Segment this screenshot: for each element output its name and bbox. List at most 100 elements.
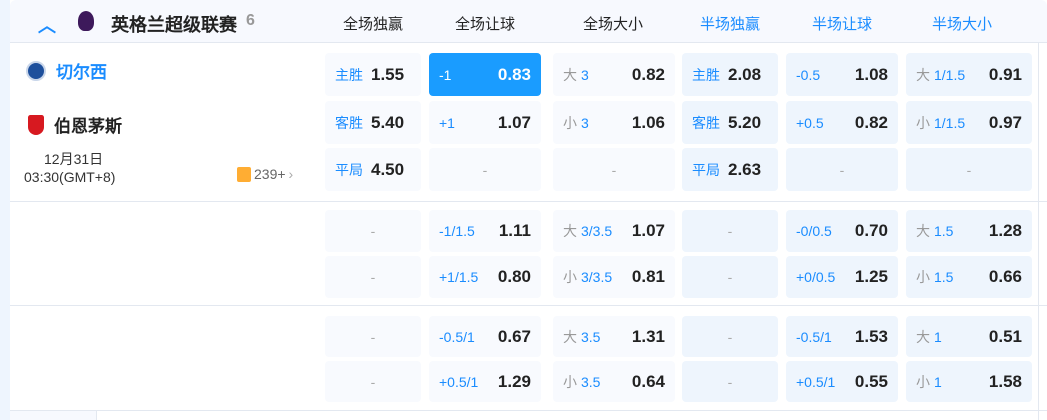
odds-cell[interactable]: 平局 4.50 [325, 148, 421, 191]
odds-value: 1.55 [371, 64, 405, 84]
match-date: 12月31日 [44, 151, 104, 167]
odds-cell[interactable]: -0.5/1 0.67 [429, 316, 541, 357]
odds-cell: - [682, 256, 778, 298]
away-team[interactable]: 伯恩茅斯 [26, 112, 122, 137]
divider [10, 201, 1047, 202]
odds-cell[interactable]: -1/1.5 1.11 [429, 210, 541, 252]
over-under-prefix: 大 [916, 328, 930, 345]
empty-odds: - [370, 223, 376, 239]
scrollbar[interactable] [1038, 43, 1039, 420]
odds-cell[interactable]: 主胜 1.55 [325, 53, 421, 96]
home-team-name: 切尔西 [56, 63, 107, 82]
odds-value: 0.82 [631, 64, 665, 84]
divider [10, 410, 1047, 411]
odds-cell[interactable]: +1/1.5 0.80 [429, 256, 541, 298]
home-team[interactable]: 切尔西 [26, 58, 107, 83]
odds-cell[interactable]: +0.5 0.82 [786, 101, 898, 144]
odds-line: 1/1.5 [934, 66, 966, 83]
odds-cell[interactable]: 小 1 1.58 [906, 361, 1032, 402]
chevron-up-icon[interactable]: ︿ [38, 12, 56, 38]
match-time: 12月31日 03:30(GMT+8) [24, 150, 115, 186]
odds-cell[interactable]: +0/0.5 1.25 [786, 256, 898, 298]
more-markets-link[interactable]: 239+ › [237, 166, 293, 182]
odds-cell[interactable]: +1 1.07 [429, 101, 541, 144]
column-header: 半场让球 [811, 16, 873, 33]
odds-value: 0.55 [854, 371, 888, 391]
empty-odds: - [611, 161, 617, 178]
odds-value: 2.63 [728, 159, 762, 179]
over-under-prefix: 小 [563, 269, 577, 285]
over-under-prefix: 小 [563, 114, 577, 131]
odds-cell[interactable]: 小 3/3.5 0.81 [553, 256, 675, 298]
odds-value: 1.31 [631, 326, 665, 346]
odds-line: 平局 [335, 161, 363, 178]
empty-odds: - [839, 161, 845, 178]
odds-cell[interactable]: 大 3 0.82 [553, 53, 675, 96]
odds-cell[interactable]: 大 1/1.5 0.91 [906, 53, 1032, 96]
odds-line: 主胜 [692, 66, 720, 83]
empty-odds: - [966, 161, 972, 178]
odds-cell[interactable]: 大 1.5 1.28 [906, 210, 1032, 252]
odds-cell[interactable]: -0/0.5 0.70 [786, 210, 898, 252]
odds-line: 客胜 [335, 114, 363, 131]
match-count: 6 [246, 12, 255, 29]
next-league-header [10, 411, 97, 420]
odds-line: 1.5 [934, 269, 954, 285]
empty-odds: - [727, 223, 733, 239]
odds-cell[interactable]: +0.5/1 1.29 [429, 361, 541, 402]
odds-line: 3/3.5 [581, 223, 613, 239]
odds-line: +0.5/1 [796, 373, 836, 390]
odds-cell[interactable]: 客胜 5.40 [325, 101, 421, 144]
over-under-prefix: 大 [563, 66, 577, 83]
odds-cell[interactable]: 大 1 0.51 [906, 316, 1032, 357]
odds-value: 0.97 [988, 112, 1022, 132]
empty-odds: - [370, 373, 376, 390]
odds-line: 1 [934, 373, 942, 390]
over-under-prefix: 大 [563, 223, 577, 239]
odds-value: 0.83 [497, 64, 531, 84]
odds-value: 0.70 [854, 221, 888, 240]
empty-odds: - [482, 161, 488, 178]
column-header: 全场大小 [582, 16, 644, 33]
league-header[interactable]: ︿ 英格兰超级联赛 6 全场独赢 全场让球 全场大小 半场独赢 半场让球 半场大… [10, 0, 1047, 43]
premier-league-logo-icon [78, 11, 94, 31]
odds-cell[interactable]: -0.5 1.08 [786, 53, 898, 96]
odds-cell[interactable]: 主胜 2.08 [682, 53, 778, 96]
empty-odds: - [370, 328, 376, 345]
odds-cell[interactable]: 大 3.5 1.31 [553, 316, 675, 357]
empty-odds: - [727, 328, 733, 345]
odds-cell: - [429, 148, 541, 191]
odds-line: -1/1.5 [439, 223, 475, 239]
over-under-prefix: 大 [563, 328, 577, 345]
markets-icon [237, 166, 251, 182]
empty-odds: - [370, 269, 376, 285]
odds-value: 1.11 [498, 221, 531, 240]
over-under-prefix: 小 [916, 269, 930, 285]
chevron-right-icon: › [288, 166, 294, 182]
more-markets-count: 239+ [254, 166, 286, 182]
odds-value: 0.66 [988, 267, 1022, 286]
odds-cell: - [682, 210, 778, 252]
odds-value: 2.08 [728, 64, 762, 84]
odds-cell[interactable]: 小 3 1.06 [553, 101, 675, 144]
odds-line: 3.5 [581, 328, 601, 345]
odds-cell[interactable]: -0.5/1 1.53 [786, 316, 898, 357]
odds-cell[interactable]: 客胜 5.20 [682, 101, 778, 144]
odds-line: +1/1.5 [439, 269, 479, 285]
odds-cell[interactable]: 小 1.5 0.66 [906, 256, 1032, 298]
odds-line: 3 [581, 114, 589, 131]
odds-line: 3/3.5 [581, 269, 613, 285]
odds-cell[interactable]: 平局 2.63 [682, 148, 778, 191]
odds-value: 1.08 [854, 64, 888, 84]
odds-cell[interactable]: 小 3.5 0.64 [553, 361, 675, 402]
odds-cell: - [325, 316, 421, 357]
odds-cell[interactable]: 小 1/1.5 0.97 [906, 101, 1032, 144]
odds-line: -0.5/1 [439, 328, 475, 345]
odds-value: 1.58 [988, 371, 1022, 391]
odds-value: 0.51 [988, 326, 1022, 346]
empty-odds: - [727, 373, 733, 390]
odds-cell[interactable]: +0.5/1 0.55 [786, 361, 898, 402]
odds-cell[interactable]: 大 3/3.5 1.07 [553, 210, 675, 252]
odds-cell[interactable]: -1 0.83 [429, 53, 541, 96]
odds-value: 0.67 [497, 326, 531, 346]
